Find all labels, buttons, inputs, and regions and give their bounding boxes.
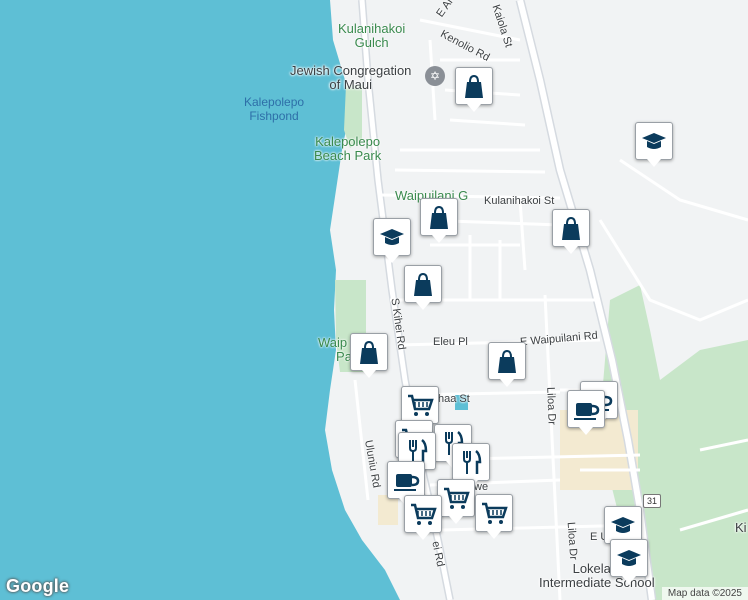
jewish-congregation-label[interactable]: Jewish Congregation of Maui <box>290 64 411 92</box>
shopping-bag-icon <box>360 340 378 364</box>
shopping-bag-pin[interactable] <box>420 198 458 243</box>
shopping-bag-icon <box>465 74 483 98</box>
liloa-dr-label: Liloa Dr <box>544 386 558 426</box>
kulanihakoi-st-label: Kulanihakoi St <box>484 195 555 207</box>
school-icon <box>380 229 404 245</box>
shopping-cart-pin[interactable] <box>437 479 475 524</box>
waipuilani-park-label[interactable]: Waip Pa <box>318 336 352 364</box>
shopping-bag-pin[interactable] <box>404 265 442 310</box>
haa-st-label: haa St <box>438 393 470 405</box>
route-shield: 31 <box>643 494 661 508</box>
shopping-cart-icon <box>444 487 470 509</box>
shopping-bag-icon <box>562 216 580 240</box>
school-pin[interactable] <box>373 218 411 263</box>
ki-label: Ki <box>735 520 747 535</box>
cafe-icon <box>394 474 420 491</box>
eleu-pl-label: Eleu Pl <box>433 336 468 348</box>
map-attribution[interactable]: Map data ©2025 <box>661 587 748 600</box>
restaurant-pin[interactable] <box>452 443 490 488</box>
cafe-pin[interactable] <box>567 390 605 435</box>
liloa-dr-lower-label: Liloa Dr <box>564 521 580 561</box>
shopping-bag-icon <box>498 349 516 373</box>
restaurant-icon <box>463 450 482 474</box>
shopping-cart-icon <box>482 502 508 524</box>
shopping-cart-pin[interactable] <box>401 386 439 431</box>
shopping-bag-pin[interactable] <box>552 209 590 254</box>
school-pin[interactable] <box>635 122 673 167</box>
shopping-cart-icon <box>411 503 437 525</box>
commercial-area-2 <box>378 495 398 525</box>
kalepolepo-fishpond-label: Kalepolepo Fishpond <box>244 95 305 123</box>
cafe-pin[interactable] <box>387 461 425 506</box>
shopping-bag-pin[interactable] <box>350 333 388 378</box>
shopping-cart-pin[interactable] <box>475 494 513 539</box>
shopping-cart-icon <box>408 394 434 416</box>
shopping-bag-pin[interactable] <box>455 67 493 112</box>
shopping-bag-icon <box>414 272 432 296</box>
kulanihakoi-gulch-label: Kulanihakoi Gulch <box>338 21 406 50</box>
shopping-cart-pin[interactable] <box>404 495 442 540</box>
cafe-icon <box>574 403 600 420</box>
kalepolepo-beach-park-label[interactable]: Kalepolepo Beach Park <box>314 135 381 163</box>
school-icon <box>611 517 635 533</box>
school-icon <box>642 133 666 149</box>
google-logo[interactable]: Google <box>6 576 69 597</box>
shopping-bag-icon <box>430 205 448 229</box>
school-icon <box>617 550 641 566</box>
shopping-bag-pin[interactable] <box>488 342 526 387</box>
worship-icon[interactable]: ✡ <box>425 66 445 86</box>
school-pin[interactable] <box>610 539 648 584</box>
